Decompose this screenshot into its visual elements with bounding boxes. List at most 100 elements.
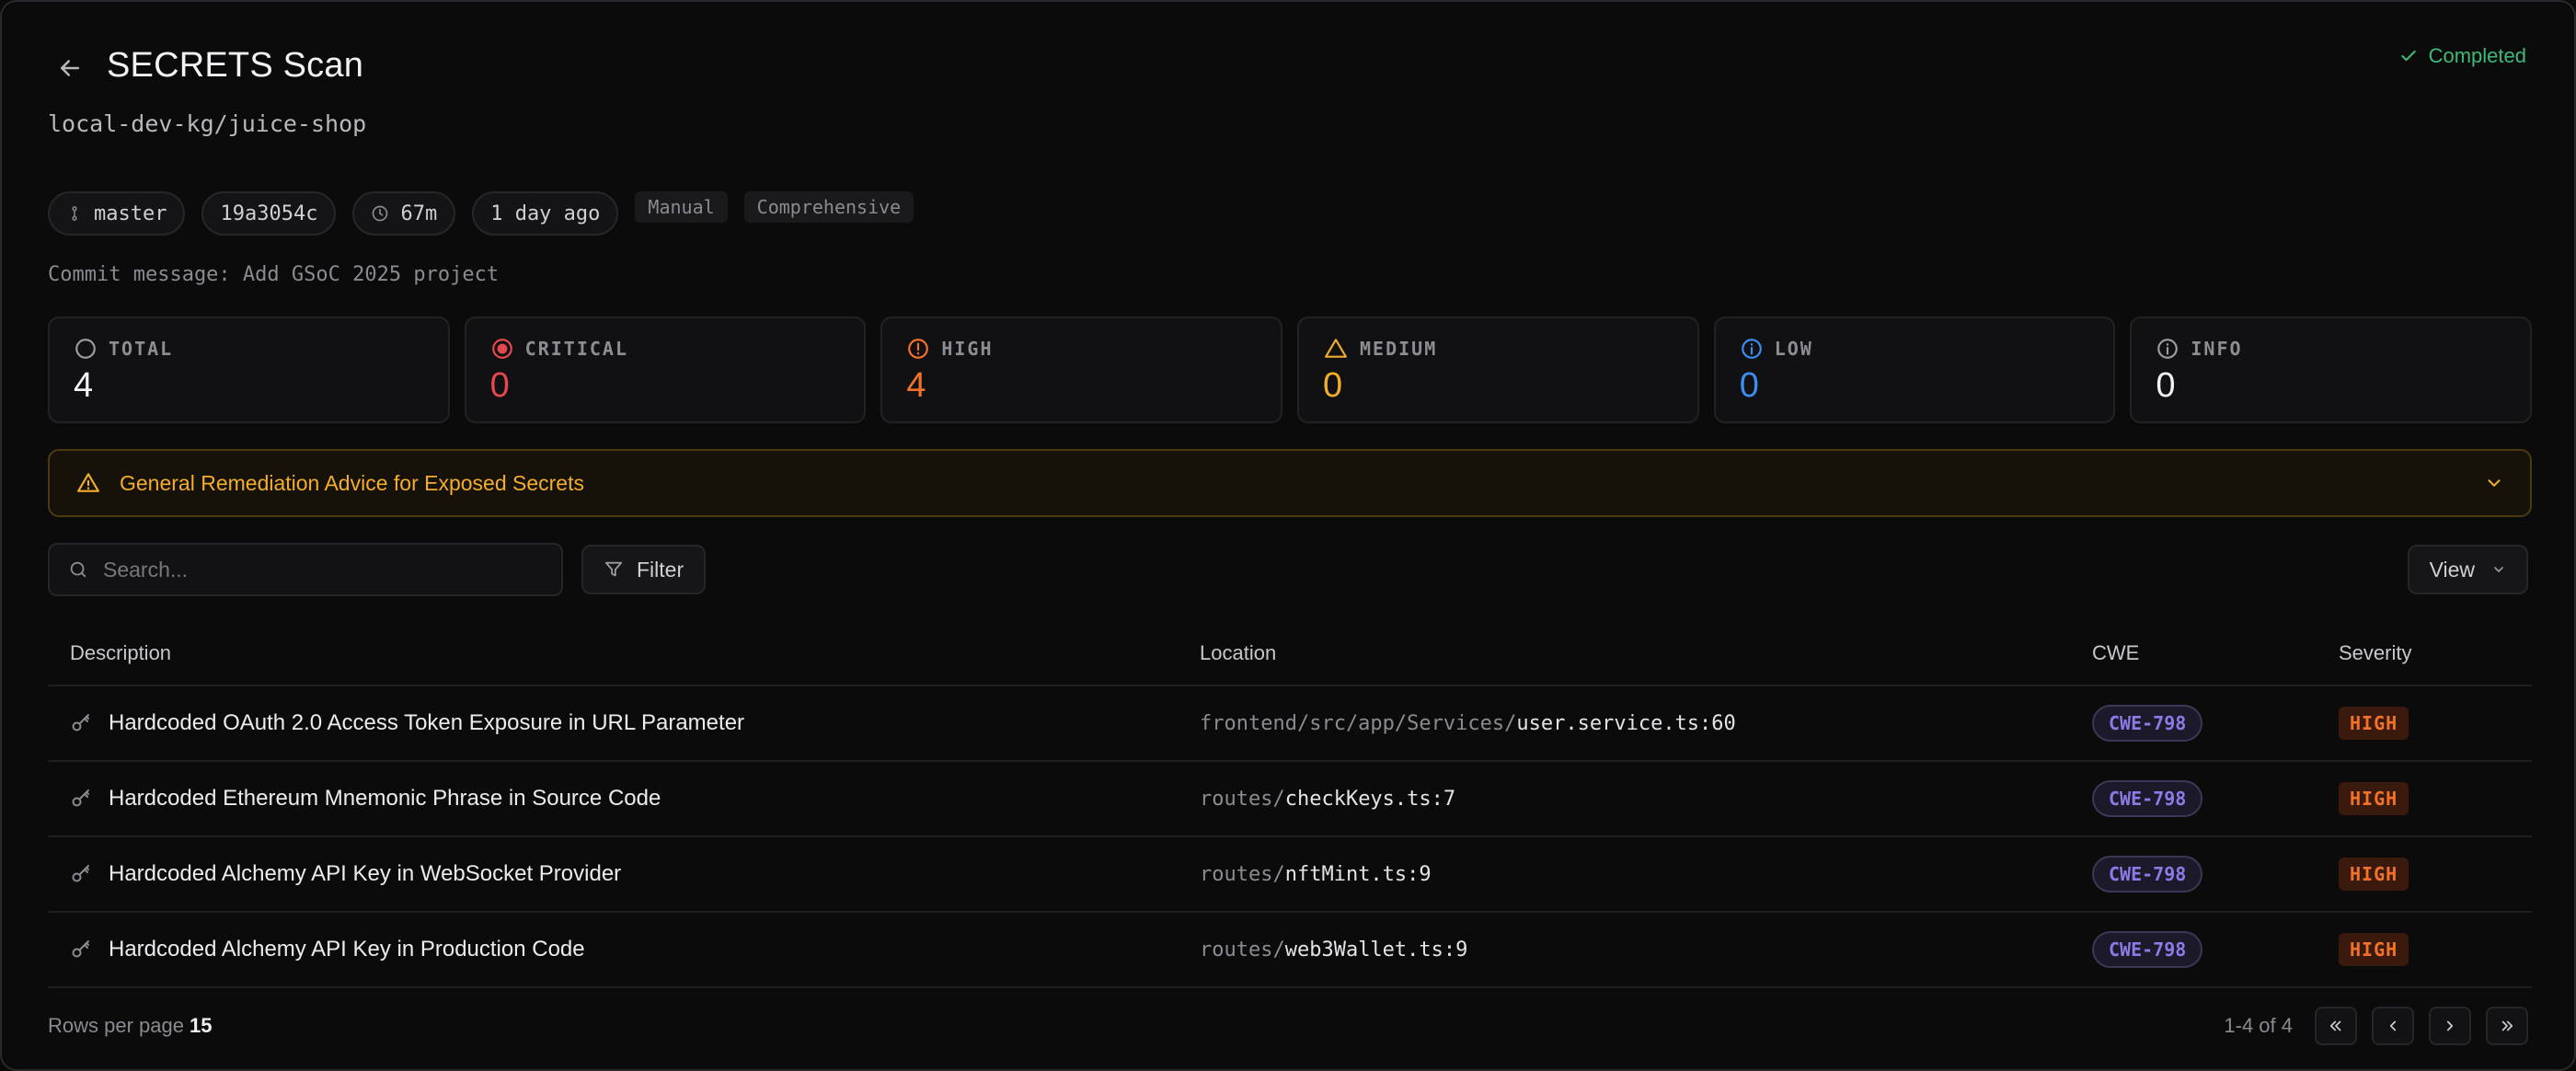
- cwe-badge: CWE-798: [2092, 931, 2203, 968]
- severity-badge: HIGH: [2339, 707, 2409, 740]
- prev-page-button[interactable]: [2372, 1007, 2414, 1045]
- rows-per-page-value: 15: [189, 1014, 213, 1037]
- column-description[interactable]: Description: [48, 641, 1200, 665]
- page-title: SECRETS Scan: [107, 46, 364, 85]
- branch-chip: master: [48, 191, 186, 236]
- location-file: nftMint.ts:9: [1284, 862, 1432, 886]
- table-row[interactable]: Hardcoded Ethereum Mnemonic Phrase in So…: [48, 762, 2532, 837]
- stat-value: 4: [906, 366, 926, 405]
- location-dir: routes/: [1200, 862, 1285, 886]
- table-row[interactable]: Hardcoded Alchemy API Key in WebSocket P…: [48, 837, 2532, 913]
- finding-location[interactable]: routes/web3Wallet.ts:9: [1200, 939, 2092, 962]
- scan-meta-chips: master 19a3054c 67m 1 day ago Manual Com…: [48, 191, 914, 236]
- alert-circle-icon: [908, 339, 929, 359]
- chevrons-left-icon: [2329, 1020, 2341, 1031]
- rows-per-page-label: Rows per page: [48, 1014, 184, 1037]
- commit-chip: 19a3054c: [201, 191, 337, 236]
- finding-description: Hardcoded Alchemy API Key in WebSocket P…: [109, 861, 622, 886]
- severity-stats: TOTAL 4 CRITICAL 0 HIGH 4 MEDIUM 0 LOW 0…: [48, 317, 2533, 423]
- column-location[interactable]: Location: [1200, 641, 2092, 665]
- chevron-right-icon: [2446, 1020, 2454, 1031]
- severity-badge: HIGH: [2339, 933, 2409, 966]
- finding-location[interactable]: routes/nftMint.ts:9: [1200, 863, 2092, 886]
- circle-icon: [75, 339, 96, 359]
- stat-value: 4: [74, 366, 94, 405]
- pagination: 1-4 of 4: [2224, 1007, 2528, 1045]
- location-file: user.service.ts:60: [1516, 711, 1736, 735]
- info-icon: [2157, 339, 2179, 359]
- finding-location[interactable]: frontend/src/app/Services/user.service.t…: [1200, 712, 2092, 735]
- clock-icon: [373, 205, 388, 222]
- cwe-badge: CWE-798: [2092, 705, 2203, 742]
- key-icon: [72, 789, 89, 807]
- pagination-range: 1-4 of 4: [2224, 1014, 2293, 1037]
- key-icon: [72, 865, 89, 882]
- duration-chip: 67m: [352, 191, 456, 236]
- finding-location[interactable]: routes/checkKeys.ts:7: [1200, 788, 2092, 811]
- stat-value: 0: [1739, 366, 1759, 405]
- status-label: Completed: [2428, 44, 2526, 67]
- stat-label: INFO: [2191, 338, 2243, 360]
- back-button[interactable]: [52, 50, 88, 86]
- table-row[interactable]: Hardcoded OAuth 2.0 Access Token Exposur…: [48, 686, 2532, 762]
- stat-label: MEDIUM: [1360, 338, 1438, 360]
- findings-table: Description Location CWE Severity Hardco…: [48, 622, 2532, 988]
- search-input[interactable]: [103, 557, 526, 582]
- stat-value: 0: [489, 366, 510, 405]
- info-icon: [1741, 339, 1762, 359]
- stat-label: HIGH: [941, 338, 994, 360]
- chevron-down-icon: [2494, 567, 2503, 572]
- finding-description: Hardcoded Alchemy API Key in Production …: [109, 937, 585, 962]
- key-icon: [72, 940, 89, 958]
- location-file: web3Wallet.ts:9: [1284, 938, 1468, 962]
- location-dir: frontend/src/app/Services/: [1200, 711, 1517, 735]
- branch-label: master: [94, 202, 167, 225]
- time-label: 1 day ago: [490, 202, 601, 225]
- stat-label: LOW: [1774, 338, 1813, 360]
- target-icon: [491, 339, 512, 359]
- filter-icon: [604, 561, 623, 577]
- stat-label: TOTAL: [109, 338, 174, 360]
- last-page-button[interactable]: [2486, 1007, 2528, 1045]
- search-icon: [70, 561, 86, 578]
- repo-name: local-dev-kg/juice-shop: [48, 110, 367, 137]
- stat-card-medium: MEDIUM 0: [1297, 317, 1699, 423]
- check-icon: [2400, 50, 2416, 62]
- tag-manual: Manual: [635, 191, 728, 223]
- severity-badge: HIGH: [2339, 782, 2409, 815]
- warning-triangle-icon: [1325, 339, 1347, 358]
- scan-detail-window: SECRETS Scan local-dev-kg/juice-shop Com…: [0, 0, 2576, 1071]
- location-file: checkKeys.ts:7: [1284, 787, 1456, 811]
- column-severity[interactable]: Severity: [2339, 641, 2532, 665]
- first-page-button[interactable]: [2315, 1007, 2357, 1045]
- rows-per-page[interactable]: Rows per page 15: [48, 1014, 212, 1038]
- chevrons-right-icon: [2501, 1020, 2513, 1031]
- tag-comprehensive: Comprehensive: [743, 191, 914, 223]
- table-row[interactable]: Hardcoded Alchemy API Key in Production …: [48, 913, 2532, 988]
- location-dir: routes/: [1200, 938, 1285, 962]
- cwe-badge: CWE-798: [2092, 780, 2203, 817]
- location-dir: routes/: [1200, 787, 1285, 811]
- stat-card-info: INFO 0: [2130, 317, 2533, 423]
- stat-card-low: LOW 0: [1713, 317, 2116, 423]
- view-button[interactable]: View: [2407, 545, 2528, 594]
- remediation-advice-toggle[interactable]: General Remediation Advice for Exposed S…: [48, 449, 2532, 517]
- search-box[interactable]: [48, 543, 563, 596]
- view-label: View: [2429, 557, 2475, 582]
- stat-card-total: TOTAL 4: [48, 317, 450, 423]
- chevron-down-icon: [2488, 479, 2501, 487]
- advice-label: General Remediation Advice for Exposed S…: [120, 470, 584, 495]
- filter-button[interactable]: Filter: [581, 545, 707, 594]
- stat-label: CRITICAL: [524, 338, 628, 360]
- status-badge: Completed: [2399, 44, 2526, 68]
- key-icon: [72, 714, 89, 731]
- stat-value: 0: [1323, 366, 1343, 405]
- chevron-left-icon: [2389, 1020, 2397, 1031]
- cwe-badge: CWE-798: [2092, 856, 2203, 892]
- next-page-button[interactable]: [2429, 1007, 2471, 1045]
- table-header: Description Location CWE Severity: [48, 622, 2532, 686]
- warning-triangle-icon: [77, 473, 99, 492]
- column-cwe[interactable]: CWE: [2092, 641, 2339, 665]
- arrow-left-icon: [61, 60, 79, 76]
- time-chip: 1 day ago: [472, 191, 619, 236]
